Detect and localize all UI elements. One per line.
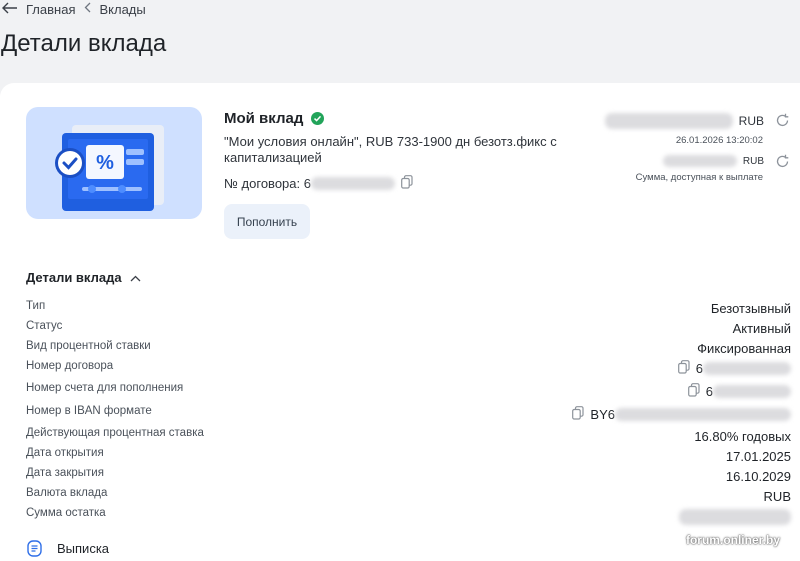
statement-link[interactable]: Выписка [26,540,109,557]
detail-label: Дата открытия [26,447,104,459]
copy-icon[interactable] [677,360,690,377]
document-icon [26,540,43,557]
detail-value: RUB [763,489,791,504]
detail-value: Фиксированная [697,341,791,356]
detail-row-open-date: Дата открытия 17.01.2025 [26,447,791,467]
redacted-value [703,362,791,375]
detail-row-close-date: Дата закрытия 16.10.2029 [26,467,791,487]
copy-icon[interactable] [687,383,700,400]
detail-row-account: Номер счета для пополнения 6 [26,382,791,405]
deposit-name: Мой вклад [224,110,325,127]
details-section-toggle[interactable]: Детали вклада [26,270,141,285]
redacted-balance [604,113,733,129]
detail-value: 6 [695,361,703,376]
detail-row-status: Статус Активный [26,320,791,340]
contract-number: № договора: 6 [224,175,413,192]
detail-value-group [679,509,791,525]
detail-row-rate-type: Вид процентной ставки Фиксированная [26,340,791,360]
detail-label: Действующая процентная ставка [26,427,204,439]
available-amount: RUB [662,155,764,167]
detail-row-balance: Сумма остатка [26,507,791,527]
detail-row-type: Тип Безотзывный [26,300,791,320]
details-heading: Детали вклада [26,270,122,285]
detail-value: 6 [705,384,713,399]
detail-label: Вид процентной ставки [26,340,151,352]
detail-value: Активный [732,321,791,336]
detail-value: 17.01.2025 [725,449,791,464]
detail-value-group: 6 [677,360,791,377]
breadcrumb-home-link[interactable]: Главная [26,2,75,17]
detail-label: Статус [26,320,63,332]
detail-value-group: 6 [687,383,791,400]
detail-label: Номер в IBAN формате [26,405,152,417]
detail-label: Дата закрытия [26,467,104,479]
arrow-left-icon[interactable] [2,1,22,17]
detail-row-rate: Действующая процентная ставка 16.80% год… [26,427,791,447]
redacted-value [310,177,395,190]
redacted-available [662,155,737,167]
deposit-description: "Мои условия онлайн", RUB 733-1900 дн бе… [224,134,557,165]
detail-label: Номер договора [26,360,114,372]
check-circle-icon [311,112,325,125]
chevron-up-icon[interactable] [130,270,141,285]
copy-icon[interactable] [401,175,413,192]
detail-row-currency: Валюта вклада RUB [26,487,791,507]
page-title: Детали вклада [1,30,167,57]
balance-amount: RUB [604,113,764,129]
detail-value: 16.80% годовых [694,429,791,444]
watermark: forum.onliner.by [685,533,780,547]
detail-label: Номер счета для пополнения [26,382,184,394]
detail-row-iban: Номер в IBAN формате BY6 [26,405,791,427]
redacted-value [615,408,791,421]
contract-label: № договора: 6 [224,176,311,191]
detail-value: 16.10.2029 [725,469,791,484]
refresh-icon[interactable] [775,113,790,133]
balance-timestamp: 26.01.2026 13:20:02 [675,135,763,146]
detail-label: Сумма остатка [26,507,106,519]
detail-row-contract: Номер договора 6 [26,360,791,382]
detail-label: Тип [26,300,46,312]
detail-value: Безотзывный [710,301,791,316]
deposit-name-text: Мой вклад [224,110,304,127]
detail-value-group: BY6 [572,406,791,423]
deposit-illustration: % [26,107,202,219]
detail-value: BY6 [590,407,615,422]
svg-text:%: % [96,152,114,174]
topup-button[interactable]: Пополнить [224,204,310,239]
redacted-value [713,385,791,398]
copy-icon[interactable] [572,406,585,423]
statement-label: Выписка [57,541,110,556]
available-currency: RUB [742,155,764,167]
refresh-icon[interactable] [775,154,790,174]
chevron-left-icon [84,2,91,16]
redacted-value [679,509,791,525]
available-note: Сумма, доступная к выплате [635,172,763,183]
detail-label: Валюта вклада [26,487,108,499]
breadcrumb: Главная Вклады [2,0,146,18]
balance-currency: RUB [738,114,764,128]
details-list: Тип Безотзывный Статус Активный Вид проц… [26,300,791,527]
breadcrumb-current[interactable]: Вклады [99,2,145,17]
